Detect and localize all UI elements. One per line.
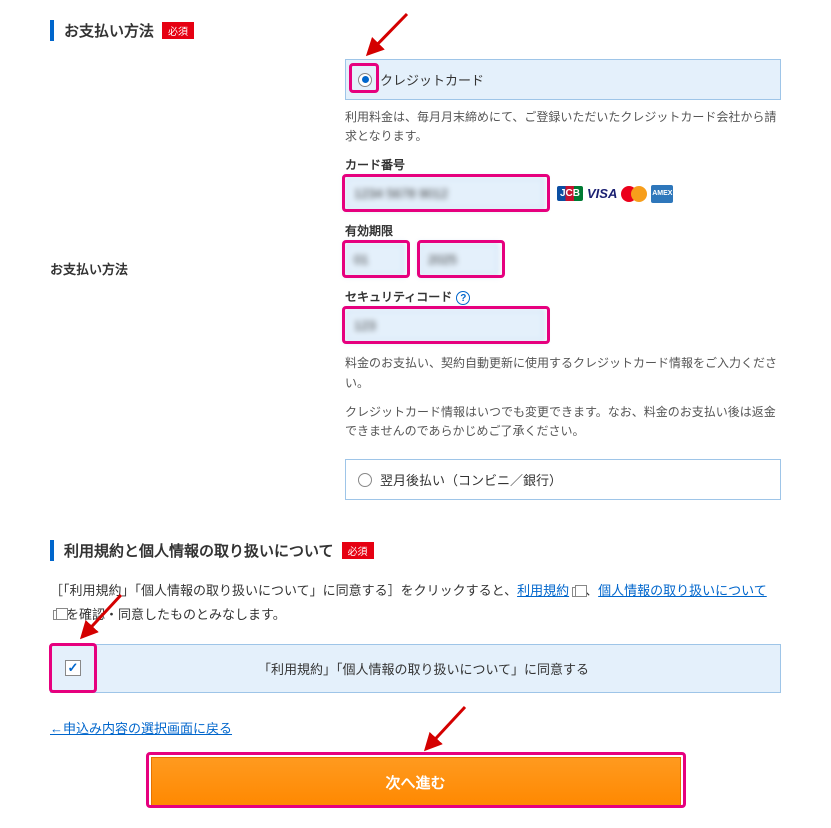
expiry-year-input[interactable]: 2025: [419, 243, 499, 276]
terms-of-service-link[interactable]: 利用規約: [517, 583, 569, 598]
radio-icon: [358, 473, 372, 487]
jcb-icon: JCB: [557, 186, 583, 201]
payment-section-title: お支払い方法 必須: [50, 20, 781, 41]
back-link[interactable]: ←申込み内容の選択画面に戻る: [50, 718, 232, 737]
amex-icon: AMEX: [651, 185, 673, 203]
radio-later-pay-label: 翌月後払い（コンビニ／銀行）: [380, 470, 562, 489]
radio-credit-card-label: クレジットカード: [380, 70, 484, 89]
external-link-icon: [53, 610, 63, 620]
external-link-icon: [572, 587, 582, 597]
visa-icon: VISA: [587, 186, 617, 201]
radio-icon: [358, 73, 372, 87]
privacy-policy-link[interactable]: 個人情報の取り扱いについて: [598, 583, 767, 598]
terms-section-title: 利用規約と個人情報の取り扱いについて 必須: [50, 540, 781, 561]
consent-checkbox[interactable]: ✓: [65, 660, 81, 676]
consent-label: 「利用規約」「個人情報の取り扱いについて」に同意する: [81, 659, 766, 678]
help-icon[interactable]: ?: [456, 291, 470, 305]
terms-title-text: 利用規約と個人情報の取り扱いについて: [64, 540, 334, 561]
submit-button[interactable]: 次へ進む: [151, 757, 681, 808]
required-badge: 必須: [162, 22, 194, 39]
card-brand-logos: JCB VISA AMEX: [557, 185, 673, 203]
payment-row-label: お支払い方法: [50, 59, 345, 500]
radio-later-pay[interactable]: 翌月後払い（コンビニ／銀行）: [345, 459, 781, 500]
cc-footer-note2: クレジットカード情報はいつでも変更できます。なお、料金のお支払い後は返金できませ…: [345, 403, 781, 441]
cc-footer-note1: 料金のお支払い、契約自動更新に使用するクレジットカード情報をご入力ください。: [345, 354, 781, 392]
annotation-arrow: [420, 705, 470, 757]
cc-note: 利用料金は、毎月月末締めにて、ご登録いただいたクレジットカード会社から請求となり…: [345, 108, 781, 146]
security-code-label: セキュリティコード?: [345, 288, 781, 305]
security-code-input[interactable]: 123: [345, 309, 545, 342]
payment-title-text: お支払い方法: [64, 20, 154, 41]
card-number-input[interactable]: 1234 5678 9012: [345, 177, 545, 210]
terms-description: ［「利用規約」「個人情報の取り扱いについて」に同意する］をクリックすると、利用規…: [50, 579, 781, 626]
expiry-month-input[interactable]: 01: [345, 243, 405, 276]
required-badge: 必須: [342, 542, 374, 559]
mastercard-icon: [621, 186, 647, 202]
radio-credit-card[interactable]: クレジットカード: [345, 59, 781, 100]
card-number-label: カード番号: [345, 156, 781, 173]
expiry-label: 有効期限: [345, 222, 781, 239]
consent-checkbox-row[interactable]: ✓ 「利用規約」「個人情報の取り扱いについて」に同意する: [50, 644, 781, 693]
